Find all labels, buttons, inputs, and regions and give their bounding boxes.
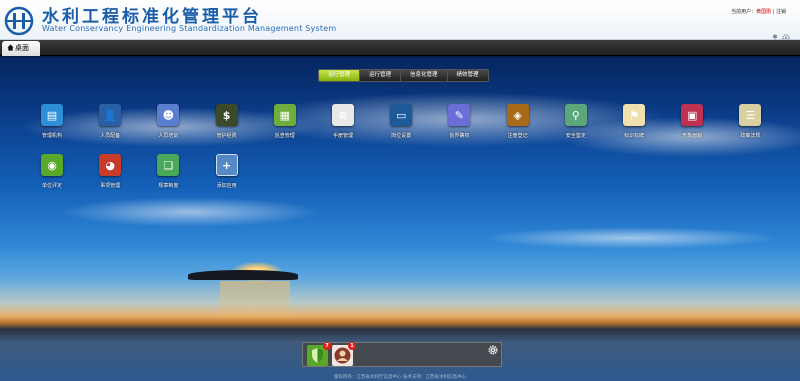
plus-icon: + xyxy=(215,154,238,176)
app-tile[interactable]: ◕ 事项管理 xyxy=(90,154,130,189)
app-tile[interactable]: ❏ 规章制度 xyxy=(148,154,188,189)
home-icon xyxy=(7,44,14,51)
rules-icon: ❏ xyxy=(157,154,180,176)
logout-link[interactable]: 注销 xyxy=(776,9,786,15)
app-label: 巡查管理 xyxy=(274,133,295,139)
user-prefix: 当前用户： xyxy=(731,9,757,15)
app-tile[interactable]: 👤 人员配备 xyxy=(90,104,130,139)
category-tabs: 运行管理 运行管理 信息化管理 绩效管理 xyxy=(318,69,489,82)
app-label: 岗位设置 xyxy=(391,133,412,139)
user-name[interactable]: 黄国刚 xyxy=(756,9,771,15)
desktop-area: 运行管理 运行管理 信息化管理 绩效管理 ▤ 管理机构 👤 人员配备 ☻ 人员培训 $ 管护经… xyxy=(0,57,800,381)
monitor-icon: ▭ xyxy=(390,104,413,126)
document-icon: ☰ xyxy=(739,104,762,126)
settings-icon[interactable] xyxy=(782,27,790,42)
user-icon[interactable] xyxy=(771,27,779,42)
dock-app-person[interactable]: 1 xyxy=(332,342,356,366)
book-icon: ≡ xyxy=(332,104,354,126)
island-decor xyxy=(188,270,298,280)
tab-category-2[interactable]: 运行管理 xyxy=(360,70,402,81)
tab-home[interactable]: 桌面 xyxy=(2,41,40,56)
certificate-icon: ◈ xyxy=(506,104,529,126)
app-label: 管理机构 xyxy=(41,133,62,139)
training-icon: ☻ xyxy=(157,104,180,126)
app-tile[interactable]: ▣ 形象面貌 xyxy=(672,104,712,139)
app-tile[interactable]: ⚲ 安全鉴定 xyxy=(556,104,596,139)
app-label: 事项管理 xyxy=(100,183,121,189)
app-tile[interactable]: ☰ 政策法规 xyxy=(730,104,770,139)
app-label: 手册管理 xyxy=(332,133,353,139)
app-label: 划界确权 xyxy=(449,133,470,139)
app-label: 形象面貌 xyxy=(682,133,703,139)
app-label: 人员配备 xyxy=(100,133,121,139)
map-icon: ▦ xyxy=(273,104,296,126)
app-label: 单位评定 xyxy=(41,183,62,189)
notification-badge: 7 xyxy=(323,342,331,350)
app-tile[interactable]: + 添加应用 xyxy=(207,154,247,189)
app-tile[interactable]: ◈ 注册登记 xyxy=(498,104,538,139)
tab-category-1[interactable]: 运行管理 xyxy=(319,70,361,81)
app-label: 政策法规 xyxy=(740,133,761,139)
chart-icon: ◕ xyxy=(99,154,122,176)
app-label: 添加应用 xyxy=(216,183,237,189)
app-label: 规章制度 xyxy=(158,183,179,189)
tab-home-label: 桌面 xyxy=(15,44,29,52)
app-label: 标识标牌 xyxy=(623,133,644,139)
rating-icon: ◉ xyxy=(41,154,63,176)
person-icon: 👤 xyxy=(99,104,122,126)
app-tile[interactable]: ▤ 管理机构 xyxy=(32,104,72,139)
app-tile[interactable]: $ 管护经费 xyxy=(207,104,247,139)
app-subtitle: Water Conservancy Engineering Standardiz… xyxy=(42,24,337,33)
tab-category-4[interactable]: 绩效管理 xyxy=(448,70,488,81)
header-icons xyxy=(771,27,790,42)
app-tile[interactable]: ◉ 单位评定 xyxy=(32,154,72,189)
user-area: 当前用户：黄国刚 | 注销 xyxy=(731,8,786,15)
dock-app-shield[interactable]: 7 xyxy=(307,342,331,366)
logo-icon xyxy=(4,6,34,36)
reflection-decor xyxy=(220,281,290,321)
app-tile[interactable]: ▦ 巡查管理 xyxy=(265,104,305,139)
app-label: 安全鉴定 xyxy=(565,133,586,139)
app-tile[interactable]: ☻ 人员培训 xyxy=(148,104,188,139)
inspection-icon: ⚲ xyxy=(564,104,587,126)
footer-text: 版权所有：江苏省水利厅信息中心 技术支持：江苏省水利信息中心 xyxy=(334,375,466,380)
tab-bar: 桌面 xyxy=(0,40,800,56)
notification-badge: 1 xyxy=(348,342,356,350)
app-label: 人员培训 xyxy=(158,133,179,139)
app-tile[interactable]: ✎ 划界确权 xyxy=(439,104,479,139)
gear-icon[interactable] xyxy=(488,345,498,355)
app-label: 管护经费 xyxy=(216,133,237,139)
money-icon: $ xyxy=(215,104,238,126)
app-tile[interactable]: ≡ 手册管理 xyxy=(323,104,363,139)
app-label: 注册登记 xyxy=(507,133,528,139)
edit-icon: ✎ xyxy=(448,104,471,126)
sign-icon: ⚑ xyxy=(623,104,645,126)
dock-bar: 7 1 xyxy=(302,342,502,367)
app-header: 水利工程标准化管理平台 Water Conservancy Engineerin… xyxy=(0,0,800,42)
app-tile[interactable]: ⚑ 标识标牌 xyxy=(614,104,654,139)
image-icon: ▣ xyxy=(681,104,704,126)
cloud-decor xyxy=(60,197,320,227)
app-tile[interactable]: ▭ 岗位设置 xyxy=(381,104,421,139)
institution-icon: ▤ xyxy=(41,104,63,126)
cloud-decor xyxy=(480,227,780,249)
tab-category-3[interactable]: 信息化管理 xyxy=(401,70,448,81)
